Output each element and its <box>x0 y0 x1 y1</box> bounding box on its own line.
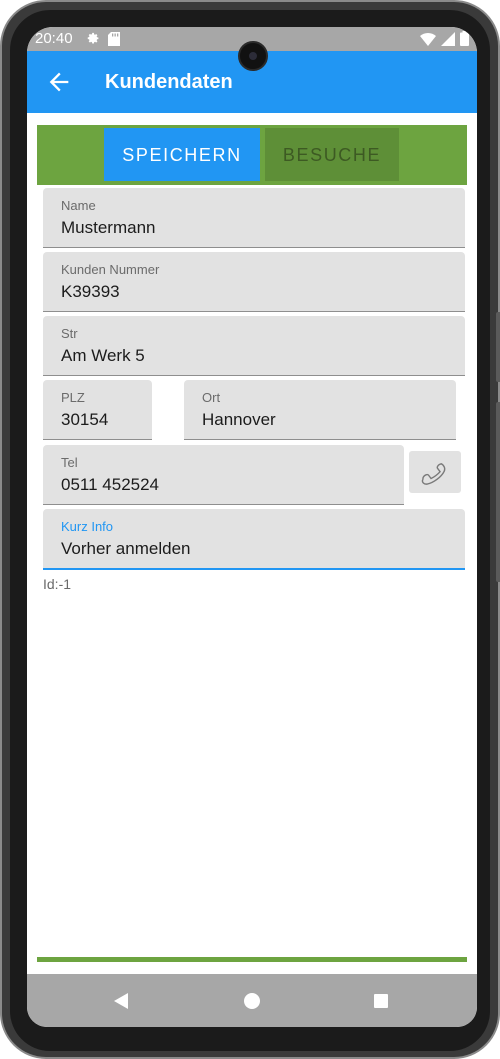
page-title: Kundendaten <box>105 71 233 93</box>
phone-icon <box>421 463 446 485</box>
volume-button <box>496 312 500 382</box>
screen: 20:40 Kundendaten SPEICHERN BESUCHE Name… <box>27 27 477 1027</box>
nav-home-button[interactable] <box>222 974 282 1027</box>
nav-recents-button[interactable] <box>351 974 411 1027</box>
footer-divider <box>37 957 467 962</box>
short-info-label: Kurz Info <box>61 519 114 534</box>
zip-field[interactable]: PLZ 30154 <box>43 380 152 440</box>
sd-card-icon <box>108 31 120 50</box>
zip-label: PLZ <box>61 390 85 405</box>
status-right-icons <box>420 31 469 50</box>
name-value: Mustermann <box>61 218 156 237</box>
street-value: Am Werk 5 <box>61 346 145 365</box>
arrow-left-icon <box>49 72 69 92</box>
customer-number-value: K39393 <box>61 282 120 301</box>
call-button[interactable] <box>409 451 461 493</box>
short-info-value: Vorher anmelden <box>61 539 191 558</box>
home-circle-icon <box>244 992 260 1009</box>
save-button[interactable]: SPEICHERN <box>104 128 260 181</box>
navigation-bar <box>27 974 477 1027</box>
wifi-icon <box>420 32 436 50</box>
customer-number-label: Kunden Nummer <box>61 262 160 277</box>
name-field[interactable]: Name Mustermann <box>43 188 465 248</box>
name-label: Name <box>61 198 96 213</box>
front-camera <box>238 41 268 71</box>
recents-square-icon <box>374 993 388 1008</box>
side-button <box>496 402 500 582</box>
city-field[interactable]: Ort Hannover <box>184 380 456 440</box>
visits-button[interactable]: BESUCHE <box>265 128 399 181</box>
street-label: Str <box>61 326 78 341</box>
city-value: Hannover <box>202 410 276 429</box>
back-triangle-icon <box>114 992 128 1009</box>
zip-value: 30154 <box>61 410 109 429</box>
record-id: Id:-1 <box>43 576 72 592</box>
phone-label: Tel <box>61 455 78 470</box>
customer-number-field[interactable]: Kunden Nummer K39393 <box>43 252 465 312</box>
battery-icon <box>460 31 469 50</box>
status-time: 20:40 <box>35 30 73 47</box>
short-info-field[interactable]: Kurz Info Vorher anmelden <box>43 509 465 570</box>
action-bar: SPEICHERN BESUCHE <box>37 125 467 185</box>
status-left-icons <box>85 31 120 50</box>
street-field[interactable]: Str Am Werk 5 <box>43 316 465 376</box>
phone-field[interactable]: Tel 0511 452524 <box>43 445 404 505</box>
back-button[interactable] <box>45 68 73 96</box>
nav-back-button[interactable] <box>91 974 151 1027</box>
gear-icon <box>85 31 100 50</box>
city-label: Ort <box>202 390 221 405</box>
phone-frame: 20:40 Kundendaten SPEICHERN BESUCHE Name… <box>0 0 500 1059</box>
signal-icon <box>441 31 455 50</box>
phone-value: 0511 452524 <box>61 475 160 494</box>
